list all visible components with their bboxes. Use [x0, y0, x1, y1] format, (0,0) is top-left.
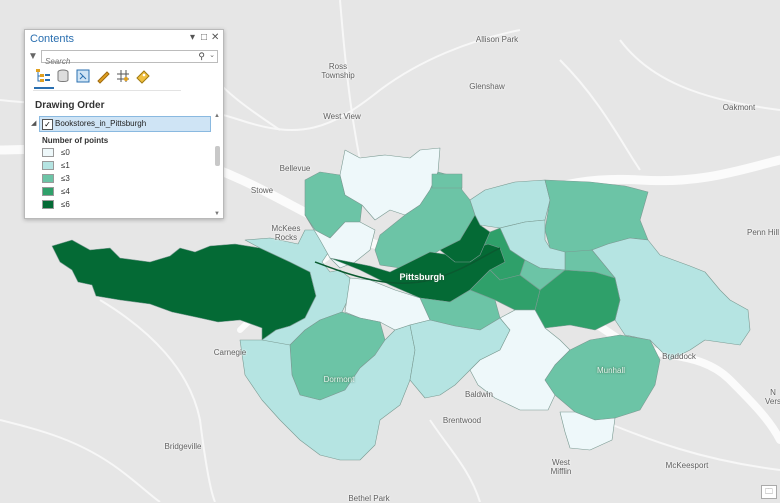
pane-title: Contents [30, 33, 75, 45]
place-label-braddock: Braddock [662, 352, 696, 361]
place-label-dormont: Dormont [323, 375, 355, 384]
place-label-north-versailles: N Vers [764, 388, 780, 406]
legend-label: ≤0 [61, 148, 70, 157]
place-label-ross-township: Ross Township [321, 62, 355, 80]
active-tab-indicator [34, 87, 54, 89]
place-label-pittsburgh: Pittsburgh [399, 272, 445, 282]
legend-label: ≤3 [61, 174, 70, 183]
layer-row-bookstores[interactable]: ✓ Bookstores_in_Pittsburgh [39, 116, 211, 132]
legend-swatch [42, 161, 54, 170]
legend-swatch [42, 200, 54, 209]
contents-pane: Contents ▾ □ ✕ ▼ ⚲ ⌄ Drawing Order ◢ ✓ B [24, 29, 224, 219]
list-by-snapping-icon[interactable] [115, 68, 131, 84]
place-label-baldwin: Baldwin [464, 390, 494, 399]
place-label-stowe: Stowe [250, 186, 274, 195]
toolbar-divider [33, 90, 181, 91]
place-label-brentwood: Brentwood [442, 416, 482, 425]
search-icon[interactable]: ⚲ [198, 51, 205, 62]
place-label-oakmont: Oakmont [722, 103, 756, 112]
pane-scrollbar[interactable]: ▲ ▼ [214, 113, 220, 217]
place-label-bellevue: Bellevue [279, 164, 311, 173]
legend-label: ≤4 [61, 187, 70, 196]
pin-dropdown-icon[interactable]: ▾ [190, 32, 195, 43]
place-label-west-mifflin: West Mifflin [550, 458, 572, 476]
place-label-mckeesport: McKeesport [665, 461, 709, 470]
filter-icon[interactable]: ▼ [28, 51, 38, 62]
place-label-bridgeville: Bridgeville [164, 442, 202, 451]
place-label-penn-hills: Penn Hill [746, 228, 780, 237]
list-by-labeling-icon[interactable] [135, 68, 151, 84]
symbology-field-name: Number of points [42, 136, 109, 145]
close-icon[interactable]: ✕ [211, 32, 219, 43]
search-box: ⚲ ⌄ [41, 50, 218, 67]
scroll-down-icon[interactable]: ▼ [214, 211, 220, 217]
drawing-order-heading: Drawing Order [35, 100, 105, 111]
search-options-chevron-icon[interactable]: ⌄ [209, 51, 215, 59]
layer-expand-icon[interactable]: ◢ [31, 119, 36, 127]
list-by-data-source-icon[interactable] [55, 68, 71, 84]
layer-name: Bookstores_in_Pittsburgh [55, 119, 147, 128]
legend-swatch [42, 148, 54, 157]
list-by-selection-icon[interactable] [75, 68, 91, 84]
list-by-editing-icon[interactable] [95, 68, 111, 84]
place-label-allison-park: Allison Park [475, 35, 519, 44]
layer-visibility-checkbox[interactable]: ✓ [42, 119, 53, 130]
place-label-west-view: West View [323, 112, 361, 121]
contents-toolbar [35, 68, 185, 86]
legend-label: ≤6 [61, 200, 70, 209]
catalog-folder-icon[interactable]: 🗀 [761, 485, 777, 499]
neighborhood-north-box [431, 173, 463, 189]
maximize-icon[interactable]: □ [201, 32, 207, 43]
scroll-up-icon[interactable]: ▲ [214, 113, 220, 119]
list-by-drawing-order-icon[interactable] [35, 68, 51, 84]
place-label-mckees-rocks: McKees Rocks [271, 224, 301, 242]
place-label-glenshaw: Glenshaw [469, 82, 505, 91]
place-label-munhall: Munhall [596, 366, 626, 375]
legend-label: ≤1 [61, 161, 70, 170]
place-label-carnegie: Carnegie [213, 348, 247, 357]
legend-swatch [42, 174, 54, 183]
search-input[interactable] [42, 56, 198, 67]
scroll-thumb[interactable] [215, 146, 220, 166]
legend-swatch [42, 187, 54, 196]
